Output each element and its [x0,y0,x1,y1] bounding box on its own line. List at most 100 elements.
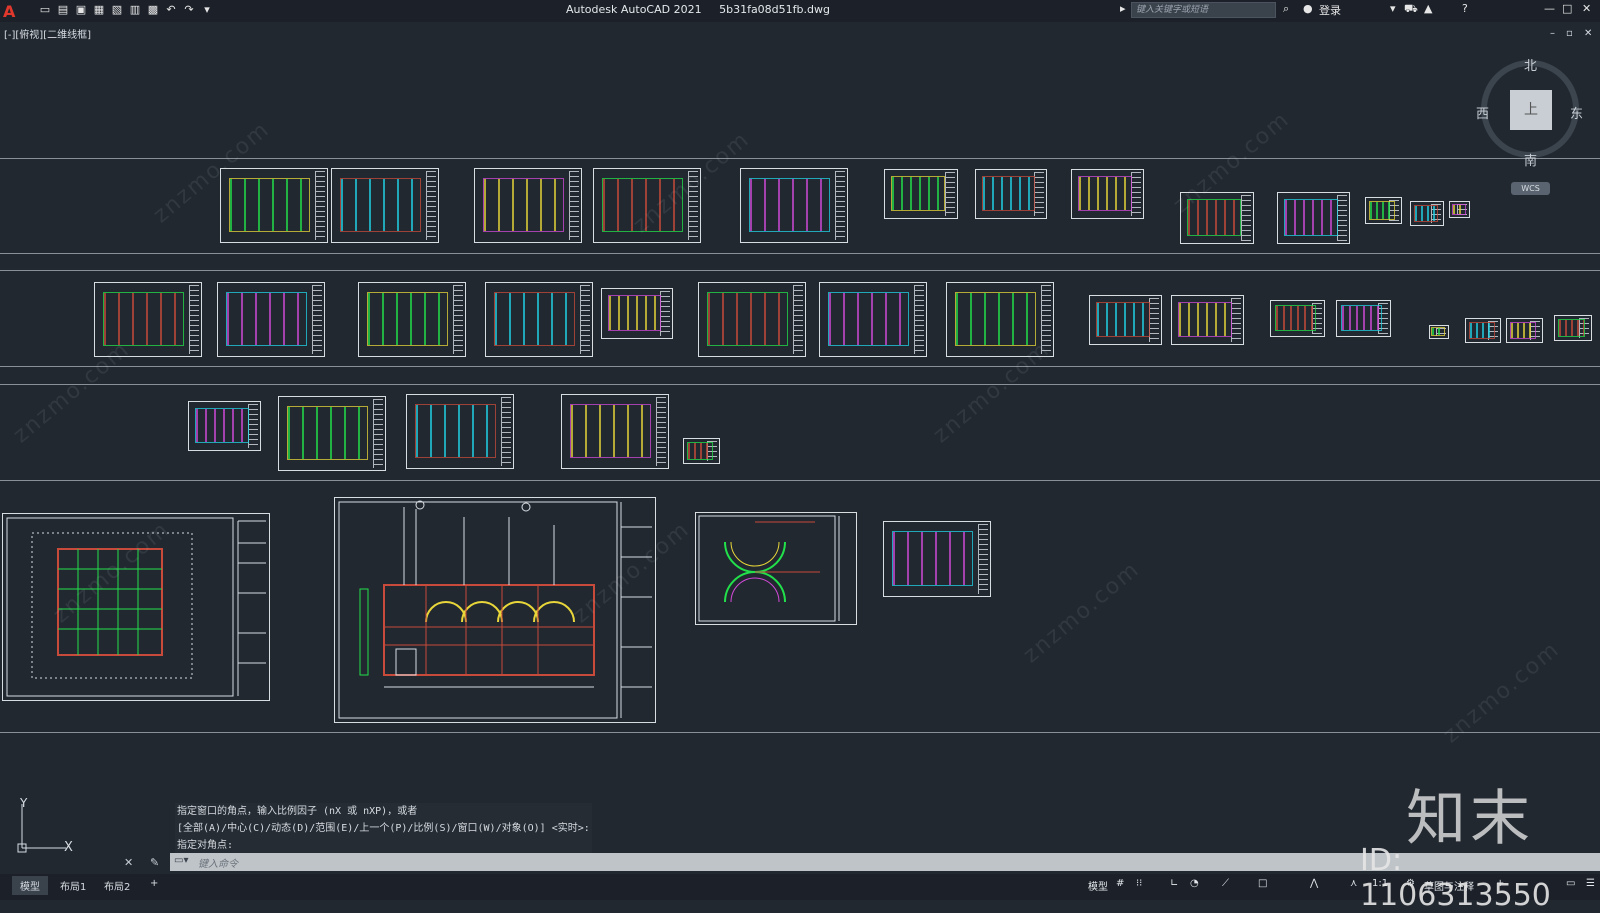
drawing-sheet-thumbnail[interactable] [884,169,958,219]
command-input[interactable]: 键入命令 [198,855,238,870]
viewcube-south[interactable]: 南 [1524,150,1537,169]
grid-icon[interactable]: # [1116,878,1124,889]
annotation-scale-icon[interactable]: ⋏ [1350,878,1357,889]
expand-arrow-icon[interactable]: ▸ [1120,2,1126,15]
drawing-sheet-thumbnail[interactable] [819,282,927,357]
annotation-visibility-icon[interactable]: ⋀ [1310,878,1318,889]
drawing-sheet-thumbnail[interactable] [740,168,848,243]
search-input[interactable]: 键入关键字或短语 [1131,2,1276,18]
drawing-sheet-thumbnail[interactable] [188,401,261,451]
drawing-sheet-thumbnail[interactable] [278,396,386,471]
sheet-drawing [1341,305,1382,332]
viewport-minimize-icon[interactable]: – [1550,28,1555,39]
tab-model[interactable]: 模型 [12,876,48,895]
ortho-icon[interactable]: ∟ [1170,878,1178,889]
polar-icon[interactable]: ◔ [1190,878,1199,889]
drawing-sheet-thumbnail[interactable] [1336,300,1391,337]
drawing-sheet-thumbnail[interactable] [1270,300,1325,337]
drawing-sheet-thumbnail[interactable] [217,282,325,357]
dropdown-arrow-icon[interactable]: ▾ [1390,2,1396,15]
plot-icon[interactable]: ▥ [128,3,142,17]
redo-icon[interactable]: ↷ [182,3,196,17]
drawing-sheet-thumbnail[interactable] [601,288,673,339]
drawing-sheet-thumbnail[interactable] [406,394,514,469]
save-as-icon[interactable]: ▦ [92,3,106,17]
maximize-icon[interactable]: □ [1562,2,1572,15]
drawing-sheet-thumbnail[interactable] [485,282,593,357]
undo-icon[interactable]: ↶ [164,3,178,17]
drawing-sheet-thumbnail[interactable] [358,282,466,357]
minimize-icon[interactable]: — [1544,2,1555,15]
search-icon[interactable]: ⌕ [1283,2,1289,16]
drawing-sheet-thumbnail[interactable] [1277,192,1350,244]
stair-plan-sheet[interactable] [695,512,857,625]
customize-toolbar-icon[interactable]: ▾ [200,3,214,17]
drawing-sheet-thumbnail[interactable] [1410,201,1444,226]
save-icon[interactable]: ▣ [74,3,88,17]
new-file-icon[interactable]: ▭ [38,3,52,17]
autodesk-app-icon[interactable]: ▲ [1424,2,1432,15]
band-separator [0,253,1600,254]
close-icon[interactable]: ✕ [1582,2,1591,15]
drawing-sheet-thumbnail[interactable] [975,169,1047,219]
drawing-sheet-thumbnail[interactable] [1171,295,1244,345]
viewport-restore-icon[interactable]: ▫ [1566,28,1573,39]
viewport-close-icon[interactable]: ✕ [1584,28,1592,39]
drawing-sheet-thumbnail[interactable] [1554,315,1592,341]
login-button[interactable]: 登录 [1319,2,1341,18]
tab-layout2[interactable]: 布局2 [96,876,138,895]
add-layout-button[interactable]: + [142,876,166,891]
drawing-sheet-thumbnail[interactable] [1365,197,1402,224]
band-separator [0,384,1600,385]
drawing-sheet-thumbnail[interactable] [683,438,720,464]
wcs-menu[interactable]: WCS [1511,182,1550,195]
drawing-sheet-thumbnail[interactable] [474,168,582,243]
sheet-drawing [1557,318,1586,337]
help-icon[interactable]: ? [1462,2,1468,15]
title-block [248,404,258,448]
tab-layout1[interactable]: 布局1 [52,876,94,895]
sheet-drawing [890,175,946,212]
viewport-label[interactable]: [-][俯视][二维线框] [4,26,91,41]
band-separator [0,732,1600,733]
title-block [978,524,988,594]
snap-icon[interactable]: ⁝⁝ [1136,878,1142,889]
print-icon[interactable]: ▩ [146,3,160,17]
drawing-sheet-thumbnail[interactable] [1506,318,1543,343]
app-title: Autodesk AutoCAD 2021 [566,3,702,16]
command-settings-icon[interactable]: ✎ [150,856,159,869]
title-block [1337,195,1347,241]
title-bar: A ▭ ▤ ▣ ▦ ▧ ▥ ▩ ↶ ↷ ▾ Autodesk AutoCAD 2… [0,0,1600,22]
viewcube-east[interactable]: 东 [1570,103,1583,122]
drawing-sheet-thumbnail[interactable] [561,394,669,469]
elevation-sheet[interactable] [334,497,656,723]
drawing-sheet-thumbnail[interactable] [1071,169,1144,219]
cart-icon[interactable]: ⛟ [1404,2,1418,17]
viewcube-west[interactable]: 西 [1476,103,1489,122]
sheet-drawing [1509,321,1537,339]
drawing-sheet-thumbnail[interactable] [883,521,991,597]
autocad-logo-icon[interactable]: A [3,2,15,21]
drawing-sheet-thumbnail[interactable] [1429,325,1449,339]
quick-access-toolbar: ▭ ▤ ▣ ▦ ▧ ▥ ▩ ↶ ↷ ▾ [38,3,214,17]
command-prompt-icon[interactable]: ▭▾ [174,855,188,866]
viewcube-top-face[interactable]: 上 [1510,90,1552,130]
drawing-sheet-thumbnail[interactable] [220,168,328,243]
isodraft-icon[interactable]: ⟋ [1222,878,1229,889]
command-close-icon[interactable]: ✕ [124,856,133,869]
drawing-sheet-thumbnail[interactable] [331,168,439,243]
sheet-drawing [1177,301,1232,338]
sheet-drawing [749,177,831,232]
model-space-toggle[interactable]: 模型 [1088,878,1108,893]
object-snap-icon[interactable]: □ [1258,878,1267,889]
open-file-icon[interactable]: ▤ [56,3,70,17]
command-history-line: 指定窗口的角点，输入比例因子 (nX 或 nXP)，或者 [175,803,592,820]
user-icon[interactable]: ● [1303,2,1313,15]
drawing-sheet-thumbnail[interactable] [1465,318,1501,343]
drawing-sheet-thumbnail[interactable] [698,282,806,357]
publish-icon[interactable]: ▧ [110,3,124,17]
drawing-sheet-thumbnail[interactable] [1449,201,1470,218]
viewcube-north[interactable]: 北 [1524,55,1537,74]
drawing-sheet-thumbnail[interactable] [1089,295,1162,345]
sheet-drawing [1413,204,1438,222]
